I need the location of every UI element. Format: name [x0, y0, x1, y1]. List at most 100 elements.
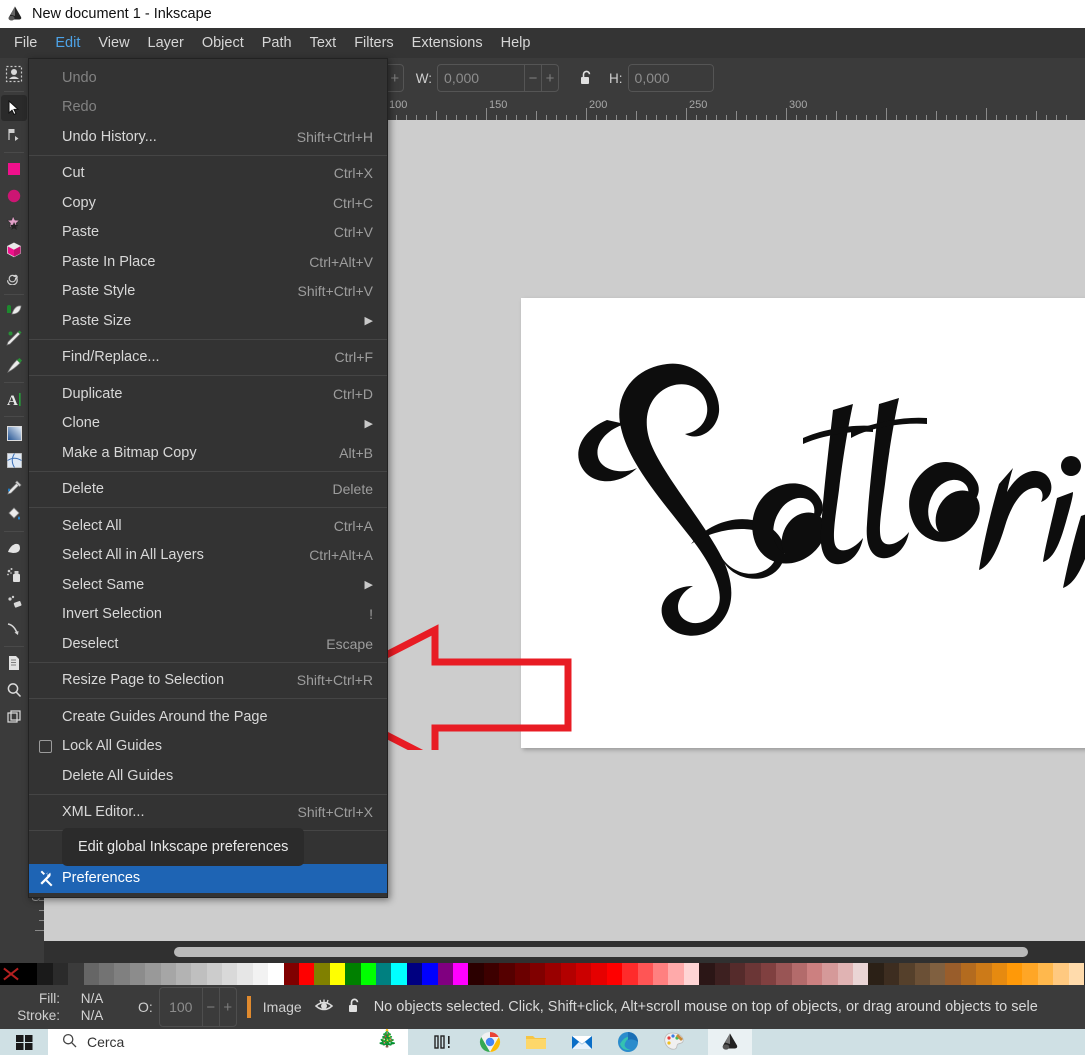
- taskbar-search-box[interactable]: Cerca 🎄: [48, 1029, 408, 1055]
- menu-filters[interactable]: Filters: [345, 30, 402, 56]
- palette-swatch[interactable]: [883, 963, 900, 985]
- menu-item-undo-history[interactable]: Undo History... Shift+Ctrl+H: [29, 122, 387, 152]
- palette-swatch[interactable]: [129, 963, 146, 985]
- palette-swatch[interactable]: [268, 963, 284, 985]
- tool-selector-icon[interactable]: [1, 95, 27, 121]
- palette-swatch[interactable]: [83, 963, 99, 985]
- palette-swatch[interactable]: [806, 963, 823, 985]
- task-view-icon[interactable]: [432, 1030, 456, 1054]
- palette-swatch[interactable]: [622, 963, 638, 985]
- tool-star-icon[interactable]: [1, 210, 27, 236]
- menu-item-delete-all-guides[interactable]: Delete All Guides: [29, 761, 387, 791]
- palette-swatch[interactable]: [760, 963, 777, 985]
- palette-swatch[interactable]: [653, 963, 669, 985]
- palette-swatch[interactable]: [591, 963, 607, 985]
- palette-swatch[interactable]: [914, 963, 931, 985]
- tool-dropper-icon[interactable]: [1, 474, 27, 500]
- palette-swatch[interactable]: [252, 963, 269, 985]
- tool-mesh-gradient-icon[interactable]: [1, 447, 27, 473]
- menu-item-invert-selection[interactable]: Invert Selection!: [29, 600, 387, 630]
- menu-edit[interactable]: Edit: [46, 30, 89, 60]
- tool-arrow-curve-icon[interactable]: [1, 616, 27, 642]
- palette-none-swatch[interactable]: [0, 963, 22, 985]
- menu-item-preferences[interactable]: Preferences: [29, 863, 387, 893]
- menu-item-duplicate[interactable]: Duplicate Ctrl+D: [29, 379, 387, 409]
- menu-item-lock-all-guides[interactable]: Lock All Guides: [29, 732, 387, 762]
- palette-swatch[interactable]: [791, 963, 807, 985]
- palette-swatch[interactable]: [545, 963, 561, 985]
- menu-item-deselect[interactable]: Deselect Escape: [29, 629, 387, 659]
- palette-swatch[interactable]: [160, 963, 176, 985]
- palette-swatch[interactable]: [299, 963, 315, 985]
- menu-item-select-same[interactable]: Select Same ▶: [29, 570, 387, 600]
- palette-swatch[interactable]: [345, 963, 361, 985]
- menu-view[interactable]: View: [89, 30, 138, 56]
- tool-calligraphy-icon[interactable]: [1, 352, 27, 378]
- chrome-icon[interactable]: [478, 1030, 502, 1054]
- w-increment-icon[interactable]: +: [541, 65, 558, 91]
- tool-node-editor-icon[interactable]: [1, 122, 27, 148]
- menu-item-xml-editor[interactable]: XML Editor... Shift+Ctrl+X: [29, 798, 387, 828]
- palette-swatch[interactable]: [314, 963, 330, 985]
- edge-icon[interactable]: [616, 1030, 640, 1054]
- palette-swatch[interactable]: [329, 963, 346, 985]
- palette-swatch[interactable]: [637, 963, 654, 985]
- palette-swatch[interactable]: [822, 963, 838, 985]
- palette-swatch[interactable]: [930, 963, 946, 985]
- palette-swatch[interactable]: [976, 963, 992, 985]
- menu-object[interactable]: Object: [193, 30, 253, 56]
- palette-swatch[interactable]: [1007, 963, 1023, 985]
- palette-swatch[interactable]: [945, 963, 961, 985]
- palette-swatch[interactable]: [1037, 963, 1054, 985]
- document-page[interactable]: [521, 298, 1085, 748]
- palette-swatch[interactable]: [683, 963, 700, 985]
- opacity-spinner[interactable]: 100 − +: [158, 987, 237, 1027]
- palette-swatch[interactable]: [22, 963, 38, 985]
- lettering-artwork[interactable]: [521, 298, 1085, 748]
- tool-measure-icon[interactable]: [1, 704, 27, 730]
- paint-icon[interactable]: [662, 1030, 686, 1054]
- horizontal-scrollbar[interactable]: [44, 941, 1085, 963]
- menu-item-paste-in-place[interactable]: Paste In Place Ctrl+Alt+V: [29, 247, 387, 277]
- palette-swatch[interactable]: [37, 963, 53, 985]
- tool-page-icon[interactable]: [1, 650, 27, 676]
- menu-item-find-replace[interactable]: Find/Replace... Ctrl+F: [29, 343, 387, 373]
- menu-item-select-all-in-all-layers[interactable]: Select All in All Layers Ctrl+Alt+A: [29, 541, 387, 571]
- palette-swatch[interactable]: [52, 963, 69, 985]
- tool-spray-icon[interactable]: [1, 562, 27, 588]
- tool-pencil-icon[interactable]: [1, 325, 27, 351]
- palette-swatch[interactable]: [452, 963, 469, 985]
- scrollbar-thumb[interactable]: [174, 947, 1028, 957]
- palette-swatch[interactable]: [391, 963, 407, 985]
- tool-spiral-icon[interactable]: [1, 264, 27, 290]
- palette-swatch[interactable]: [360, 963, 376, 985]
- palette-swatch[interactable]: [991, 963, 1007, 985]
- checkbox-icon[interactable]: [39, 739, 52, 753]
- palette-swatch[interactable]: [1053, 963, 1069, 985]
- tool-tweak-icon[interactable]: [1, 298, 27, 324]
- tool-paint-bucket-icon[interactable]: [1, 501, 27, 527]
- menu-item-paste-size[interactable]: Paste Size ▶: [29, 306, 387, 336]
- menu-item-create-guides-around-the-page[interactable]: Create Guides Around the Page: [29, 702, 387, 732]
- palette-swatch[interactable]: [68, 963, 84, 985]
- menu-extensions[interactable]: Extensions: [403, 30, 492, 56]
- tool-selector-dashed-icon[interactable]: [1, 61, 27, 87]
- tool-text-icon[interactable]: A: [1, 386, 27, 412]
- opacity-increment-icon[interactable]: +: [218, 988, 236, 1026]
- palette-swatch[interactable]: [576, 963, 592, 985]
- tool-rectangle-icon[interactable]: [1, 156, 27, 182]
- palette-swatch[interactable]: [375, 963, 392, 985]
- palette-swatch[interactable]: [776, 963, 792, 985]
- fill-stroke-indicator[interactable]: Fill: N/A Stroke: N/A: [0, 990, 130, 1024]
- menu-text[interactable]: Text: [301, 30, 346, 56]
- menu-item-paste-style[interactable]: Paste Style Shift+Ctrl+V: [29, 277, 387, 307]
- palette-swatches[interactable]: [22, 963, 1085, 985]
- menu-layer[interactable]: Layer: [139, 30, 193, 56]
- tool-zoom-icon[interactable]: [1, 677, 27, 703]
- y-increment-icon[interactable]: +: [385, 65, 403, 91]
- color-palette[interactable]: [0, 963, 1085, 985]
- opacity-decrement-icon[interactable]: −: [201, 988, 219, 1026]
- palette-swatch[interactable]: [960, 963, 977, 985]
- palette-swatch[interactable]: [422, 963, 438, 985]
- palette-swatch[interactable]: [283, 963, 300, 985]
